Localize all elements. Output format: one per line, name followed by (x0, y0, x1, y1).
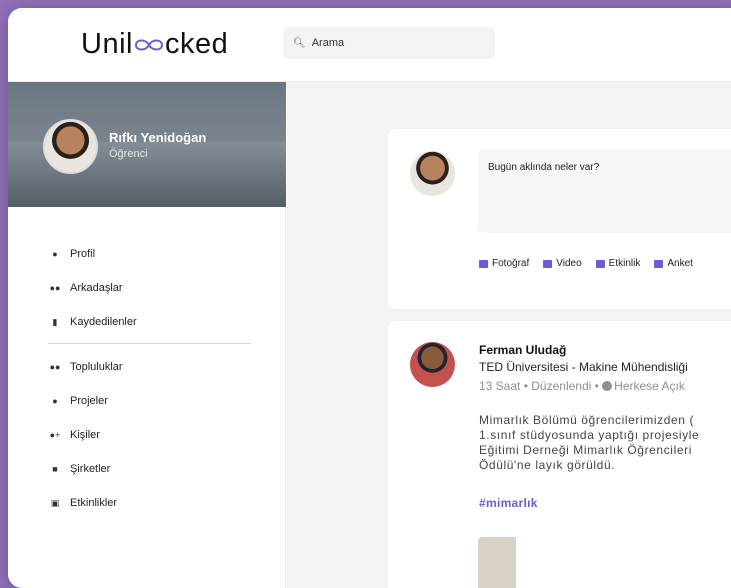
calendar-icon (595, 259, 605, 268)
bookmark-icon: ▮ (52, 316, 58, 327)
search-input[interactable] (311, 37, 482, 49)
action-label: Anket (667, 258, 693, 269)
post-line: Ödülü'ne layık görüldü. (479, 458, 616, 472)
sidebar-item-sirketler[interactable]: ■ Şirketler (48, 452, 258, 486)
avatar[interactable] (43, 119, 98, 174)
post-line: 1.sınıf stüdyosunda yaptığı projesiyle (479, 428, 700, 442)
post-organization: TED Üniversitesi - Makine Mühendisliği (479, 360, 688, 374)
sidebar-item-projeler[interactable]: ● Projeler (48, 384, 258, 418)
sidebar: Rıfkı Yenidoğan Öğrenci ● Profil ●● Arka… (8, 82, 286, 588)
sidebar-item-label: Projeler (70, 395, 108, 407)
poll-icon (654, 259, 664, 268)
post-meta: 13 Saat • Düzenlendi • Herkese Açık (479, 379, 685, 393)
profile-role: Öğrenci (109, 148, 148, 160)
avatar[interactable] (410, 151, 455, 196)
post-line: Mimarlık Bölümü öğrencilerimizden ( (479, 413, 695, 427)
post-image[interactable] (478, 537, 731, 588)
feed-post: Ferman Uludağ TED Üniversitesi - Makine … (388, 321, 731, 588)
sidebar-item-kisiler[interactable]: ●+ Kişiler (48, 418, 258, 452)
profile-name[interactable]: Rıfkı Yenidoğan (109, 130, 206, 145)
author-avatar[interactable] (410, 342, 455, 387)
logo-loop-icon (134, 39, 163, 50)
logo-text-end: cked (164, 28, 229, 60)
sidebar-item-label: Etkinlikler (70, 497, 118, 509)
post-composer: Bugün aklında neler var? Fotoğraf Video … (388, 129, 731, 309)
logo-text-start: Unil (81, 28, 133, 60)
logo[interactable]: Unil cked (81, 28, 228, 61)
photo-button[interactable]: Fotoğraf (479, 258, 529, 269)
sidebar-divider (48, 343, 251, 344)
search-icon: 🔍︎ (293, 37, 306, 49)
sidebar-item-profil[interactable]: ● Profil (48, 237, 258, 271)
sidebar-nav: ● Profil ●● Arkadaşlar ▮ Kaydedilenler ●… (48, 237, 258, 520)
lightbulb-icon: ● (52, 396, 58, 406)
globe-icon (602, 381, 613, 391)
post-body: Mimarlık Bölümü öğrencilerimizden (1.sın… (479, 413, 731, 473)
video-button[interactable]: Video (543, 258, 582, 269)
sidebar-item-label: Kaydedilenler (70, 316, 137, 328)
post-time: 13 Saat (479, 379, 521, 393)
action-label: Video (556, 258, 582, 269)
sidebar-item-kaydedilenler[interactable]: ▮ Kaydedilenler (48, 305, 258, 339)
action-label: Etkinlik (608, 258, 641, 269)
groups-icon: ●● (49, 362, 61, 372)
calendar-icon: ▣ (50, 497, 60, 508)
post-visibility: Herkese Açık (614, 379, 685, 393)
person-add-icon: ●+ (49, 430, 61, 440)
post-edited: Düzenlendi (531, 379, 592, 393)
sidebar-item-etkinlikler[interactable]: ▣ Etkinlikler (48, 486, 258, 520)
post-author[interactable]: Ferman Uludağ (479, 343, 566, 357)
briefcase-icon: ■ (52, 464, 58, 474)
sidebar-item-label: Kişiler (70, 429, 100, 441)
sidebar-item-label: Arkadaşlar (70, 282, 123, 294)
event-button[interactable]: Etkinlik (595, 258, 641, 269)
friends-icon: ●● (49, 283, 61, 293)
composer-actions: Fotoğraf Video Etkinlik Anket (479, 258, 693, 269)
profile-card[interactable]: Rıfkı Yenidoğan Öğrenci (8, 82, 286, 207)
sidebar-item-topluluklar[interactable]: ●● Topluluklar (48, 350, 258, 384)
post-hashtag[interactable]: #mimarlık (479, 496, 538, 510)
photo-icon (479, 259, 488, 268)
sidebar-item-label: Profil (70, 248, 96, 260)
search-box[interactable]: 🔍︎ (283, 27, 495, 59)
composer-input[interactable]: Bugün aklında neler var? (478, 149, 731, 233)
video-icon (543, 259, 553, 268)
sidebar-item-label: Şirketler (70, 463, 111, 475)
feed: Bugün aklında neler var? Fotoğraf Video … (287, 82, 731, 588)
sidebar-item-label: Topluluklar (70, 361, 123, 373)
sidebar-item-arkadaslar[interactable]: ●● Arkadaşlar (48, 271, 258, 305)
action-label: Fotoğraf (492, 258, 530, 269)
poll-button[interactable]: Anket (654, 258, 693, 269)
top-bar: Unil cked 🔍︎ (8, 8, 731, 82)
app-window: Unil cked 🔍︎ Rıfkı Yenidoğan Öğrenci ● P… (8, 8, 731, 588)
post-line: Eğitimi Derneği Mimarlık Öğrencileri (479, 443, 692, 457)
person-icon: ● (52, 249, 58, 259)
